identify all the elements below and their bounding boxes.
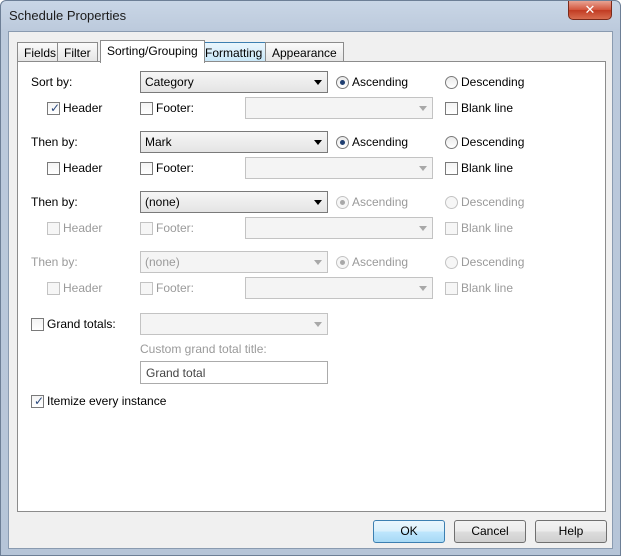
then-by-3-footer-label: Footer: [156,281,195,295]
then-by-1-footer-label: Footer: [156,161,195,175]
tab-formatting[interactable]: Formatting [198,42,270,62]
chevron-down-icon [314,80,322,85]
then-by-3-label: Then by: [31,255,78,269]
then-by-3-ascending-radio[interactable] [336,256,349,269]
sort-by-footer-select[interactable] [245,97,433,119]
tab-filter[interactable]: Filter [57,42,98,62]
sort-by-label: Sort by: [31,75,73,89]
then-by-2-descending-label: Descending [461,195,525,209]
dialog-window: Schedule Properties ✕ Fields Filter Sort… [0,0,621,556]
chevron-down-icon [314,140,322,145]
then-by-3-header-checkbox[interactable] [47,282,60,295]
sort-by-descending-radio[interactable] [445,76,458,89]
sort-by-blank-line-checkbox[interactable] [445,102,458,115]
tab-appearance[interactable]: Appearance [265,42,344,62]
grand-totals-select[interactable] [140,313,328,335]
help-button[interactable]: Help [535,520,607,543]
sort-by-descending-label: Descending [461,75,525,89]
itemize-every-instance-checkbox[interactable]: ✓ [31,395,44,408]
then-by-2-footer-label: Footer: [156,221,195,235]
then-by-2-ascending-radio[interactable] [336,196,349,209]
then-by-2-ascending-label: Ascending [352,195,409,209]
then-by-1-select[interactable]: Mark [140,131,328,153]
chevron-down-icon [419,286,427,291]
then-by-1-descending-radio[interactable] [445,136,458,149]
then-by-1-footer-checkbox[interactable] [140,162,153,175]
grand-totals-label: Grand totals: [47,317,116,331]
itemize-every-instance-label: Itemize every instance [47,394,167,408]
cancel-button[interactable]: Cancel [454,520,526,543]
chevron-down-icon [419,226,427,231]
then-by-1-blank-line-checkbox[interactable] [445,162,458,175]
chevron-down-icon [314,322,322,327]
sort-by-ascending-label: Ascending [352,75,409,89]
then-by-3-descending-radio[interactable] [445,256,458,269]
chevron-down-icon [419,166,427,171]
then-by-2-descending-radio[interactable] [445,196,458,209]
sort-by-footer-label: Footer: [156,101,195,115]
close-button[interactable]: ✕ [568,1,612,20]
then-by-2-label: Then by: [31,195,78,209]
then-by-2-blank-line-label: Blank line [461,221,514,235]
then-by-2-footer-checkbox[interactable] [140,222,153,235]
ok-button[interactable]: OK [373,520,445,543]
then-by-3-descending-label: Descending [461,255,525,269]
then-by-2-footer-select[interactable] [245,217,433,239]
sorting-grouping-panel: Sort by: Category Ascending Descending ✓… [17,61,606,512]
custom-grand-total-title-label: Custom grand total title: [140,342,267,356]
sort-by-header-checkbox[interactable]: ✓ [47,102,60,115]
sort-by-header-label: Header [63,101,103,115]
chevron-down-icon [314,200,322,205]
then-by-1-ascending-label: Ascending [352,135,409,149]
then-by-1-label: Then by: [31,135,78,149]
then-by-3-ascending-label: Ascending [352,255,409,269]
tab-sorting-grouping[interactable]: Sorting/Grouping [100,40,205,63]
close-icon: ✕ [584,2,596,17]
then-by-3-footer-checkbox[interactable] [140,282,153,295]
window-title: Schedule Properties [9,8,127,23]
then-by-2-blank-line-checkbox[interactable] [445,222,458,235]
then-by-2-header-checkbox[interactable] [47,222,60,235]
then-by-1-descending-label: Descending [461,135,525,149]
custom-grand-total-title-input[interactable]: Grand total [140,361,328,384]
then-by-1-blank-line-label: Blank line [461,161,514,175]
sort-by-blank-line-label: Blank line [461,101,514,115]
dialog-client: Fields Filter Sorting/Grouping Formattin… [8,31,613,549]
then-by-3-blank-line-checkbox[interactable] [445,282,458,295]
then-by-1-header-checkbox[interactable] [47,162,60,175]
then-by-1-footer-select[interactable] [245,157,433,179]
then-by-1-header-label: Header [63,161,103,175]
chevron-down-icon [419,106,427,111]
then-by-3-select[interactable]: (none) [140,251,328,273]
then-by-2-header-label: Header [63,221,103,235]
then-by-3-header-label: Header [63,281,103,295]
chevron-down-icon [314,260,322,265]
then-by-1-ascending-radio[interactable] [336,136,349,149]
grand-totals-checkbox[interactable] [31,318,44,331]
then-by-3-blank-line-label: Blank line [461,281,514,295]
sort-by-select[interactable]: Category [140,71,328,93]
then-by-3-footer-select[interactable] [245,277,433,299]
sort-by-ascending-radio[interactable] [336,76,349,89]
then-by-2-select[interactable]: (none) [140,191,328,213]
title-bar[interactable]: Schedule Properties ✕ [1,1,620,31]
sort-by-footer-checkbox[interactable] [140,102,153,115]
